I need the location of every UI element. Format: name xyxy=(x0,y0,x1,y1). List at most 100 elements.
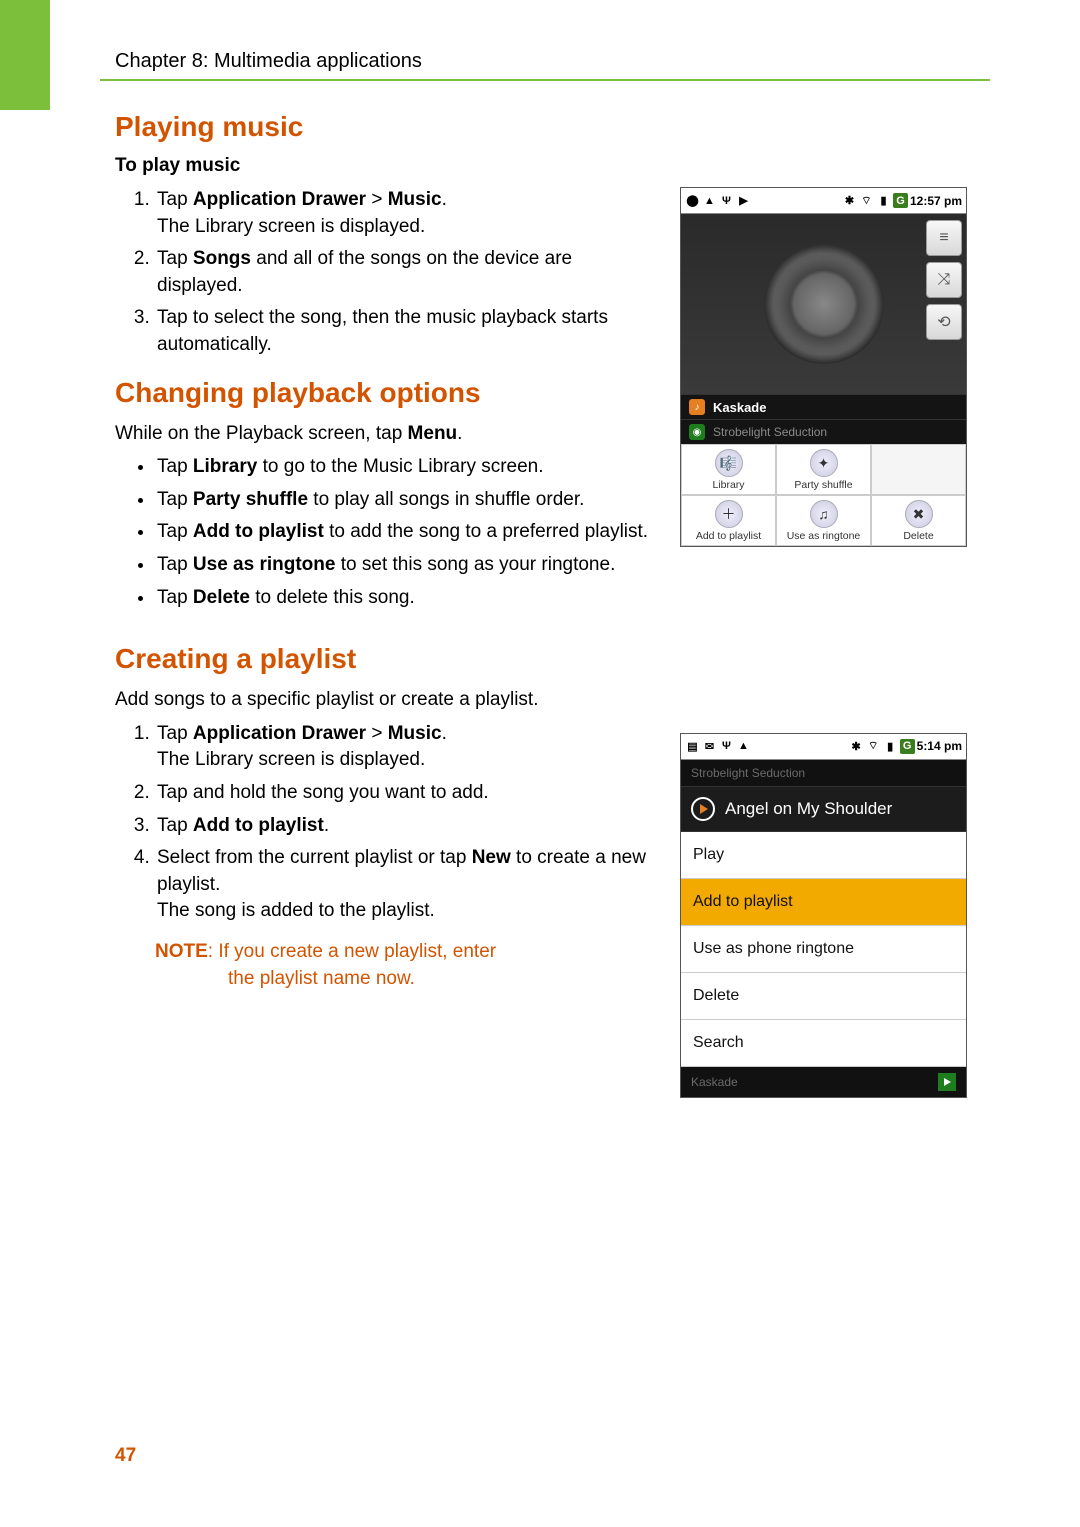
chapter-rule xyxy=(100,79,990,81)
step: Tap Application Drawer > Music. The Libr… xyxy=(155,187,660,240)
note-label: NOTE xyxy=(155,941,208,962)
text-bold: Menu xyxy=(408,423,458,444)
album-name: Strobelight Seduction xyxy=(713,425,827,439)
artist-row: ♪ Kaskade xyxy=(681,394,966,419)
text: to go to the Music Library screen. xyxy=(257,456,543,477)
footer-text: Kaskade xyxy=(691,1075,738,1089)
playback-menu-grid: 🎼 Library ✦ Party shuffle ＋Add to playlist… xyxy=(681,444,966,546)
text: Tap xyxy=(157,521,193,542)
party-shuffle-icon: ✦ xyxy=(810,449,838,477)
library-icon: 🎼 xyxy=(715,449,743,477)
playing-music-steps: Tap Application Drawer > Music. The Libr… xyxy=(155,187,660,359)
context-item-play[interactable]: Play xyxy=(681,832,966,879)
step: Tap and hold the song you want to add. xyxy=(155,780,660,807)
status-bar: ▤ ✉ Ψ ▲ ✱ ⌔ ▮ G 5:14 pm xyxy=(681,734,966,760)
album-icon: ◉ xyxy=(689,424,705,440)
chapter-header: Chapter 8: Multimedia applications xyxy=(115,50,990,73)
text: : xyxy=(208,941,219,962)
menu-label: Delete xyxy=(903,530,933,542)
page-number: 47 xyxy=(115,1445,136,1467)
intro-text: While on the Playback screen, tap Menu. xyxy=(115,421,660,447)
album-row: ◉ Strobelight Seduction xyxy=(681,419,966,444)
text-bold: Party shuffle xyxy=(193,489,308,510)
text: to play all songs in shuffle order. xyxy=(308,489,584,510)
section-title-creating-playlist: Creating a playlist xyxy=(115,643,990,675)
context-item-search[interactable]: Search xyxy=(681,1020,966,1067)
menu-delete[interactable]: ✖ Delete xyxy=(871,495,966,546)
menu-add-to-playlist[interactable]: ＋Add to playlist xyxy=(681,495,776,546)
play-icon: ▶ xyxy=(736,193,751,208)
text: > xyxy=(366,189,388,210)
dimmed-footer: Kaskade xyxy=(681,1067,966,1097)
text: Tap xyxy=(157,554,193,575)
menu-label: Use as ringtone xyxy=(787,530,861,542)
list-item: Tap Use as ringtone to set this song as … xyxy=(155,552,660,579)
text-bold: Music xyxy=(388,189,442,210)
text: . xyxy=(442,723,447,744)
note-continuation: the playlist name now. xyxy=(228,966,660,993)
warning-icon: ▲ xyxy=(736,739,751,754)
text-bold: Add to playlist xyxy=(193,521,324,542)
artist-name: Kaskade xyxy=(713,400,766,415)
context-menu-title: Angel on My Shoulder xyxy=(681,786,966,832)
wifi-icon: ⌔ xyxy=(859,193,874,208)
text: > xyxy=(366,723,388,744)
context-item-ringtone[interactable]: Use as phone ringtone xyxy=(681,926,966,973)
creating-playlist-steps: Tap Application Drawer > Music. The Libr… xyxy=(155,721,660,925)
menu-spacer xyxy=(871,444,966,495)
list-item: Tap Add to playlist to add the song to a… xyxy=(155,519,660,546)
text: While on the Playback screen, tap xyxy=(115,423,408,444)
queue-button[interactable]: ≡ xyxy=(926,220,962,256)
intro-text: Add songs to a specific playlist or crea… xyxy=(115,687,990,713)
shuffle-button[interactable]: ⤨ xyxy=(926,262,962,298)
text: to set this song as your ringtone. xyxy=(335,554,615,575)
text-bold: Library xyxy=(193,456,257,477)
notification-icon: ▤ xyxy=(685,739,700,754)
text: The Library screen is displayed. xyxy=(157,749,425,770)
text: Select from the current playlist or tap xyxy=(157,847,472,868)
dimmed-header: Strobelight Seduction xyxy=(681,760,966,786)
text-bold: New xyxy=(472,847,511,868)
note-text: If you create a new playlist, enter xyxy=(218,941,496,962)
text: The song is added to the playlist. xyxy=(157,900,435,921)
menu-party-shuffle[interactable]: ✦ Party shuffle xyxy=(776,444,871,495)
add-icon: ＋ xyxy=(715,500,743,528)
text: Tap xyxy=(157,587,193,608)
repeat-button[interactable]: ⟲ xyxy=(926,304,962,340)
battery-icon: G xyxy=(893,193,908,208)
list-item: Tap Library to go to the Music Library s… xyxy=(155,454,660,481)
step: Tap Add to playlist. xyxy=(155,813,660,840)
context-item-delete[interactable]: Delete xyxy=(681,973,966,1020)
context-item-add-to-playlist[interactable]: Add to playlist xyxy=(681,879,966,926)
text-bold: Add to playlist xyxy=(193,815,324,836)
text: . xyxy=(324,815,329,836)
text: The Library screen is displayed. xyxy=(157,216,425,237)
text: . xyxy=(442,189,447,210)
notification-icon: ⬤ xyxy=(685,193,700,208)
mini-play-icon xyxy=(938,1073,956,1091)
text-bold: Use as ringtone xyxy=(193,554,336,575)
text: Tap xyxy=(157,456,193,477)
menu-library[interactable]: 🎼 Library xyxy=(681,444,776,495)
menu-label: Party shuffle xyxy=(794,479,852,491)
delete-icon: ✖ xyxy=(905,500,933,528)
step: Tap Application Drawer > Music. The Libr… xyxy=(155,721,660,774)
text-bold: Delete xyxy=(193,587,250,608)
menu-use-as-ringtone[interactable]: ♫Use as ringtone xyxy=(776,495,871,546)
text: to delete this song. xyxy=(250,587,415,608)
subhead-to-play-music: To play music xyxy=(115,155,990,177)
step: Tap to select the song, then the music p… xyxy=(155,305,660,358)
battery-icon: G xyxy=(900,739,915,754)
status-time: 5:14 pm xyxy=(917,739,962,753)
step: Select from the current playlist or tap … xyxy=(155,845,660,925)
usb-icon: Ψ xyxy=(719,739,734,754)
usb-icon: Ψ xyxy=(719,193,734,208)
song-title: Angel on My Shoulder xyxy=(725,799,892,819)
wifi-icon: ⌔ xyxy=(866,739,881,754)
menu-label: Library xyxy=(712,479,744,491)
bluetooth-icon: ✱ xyxy=(849,739,864,754)
bluetooth-icon: ✱ xyxy=(842,193,857,208)
album-art-icon xyxy=(764,244,884,364)
section-title-playing-music: Playing music xyxy=(115,111,990,143)
text: to add the song to a preferred playlist. xyxy=(324,521,648,542)
